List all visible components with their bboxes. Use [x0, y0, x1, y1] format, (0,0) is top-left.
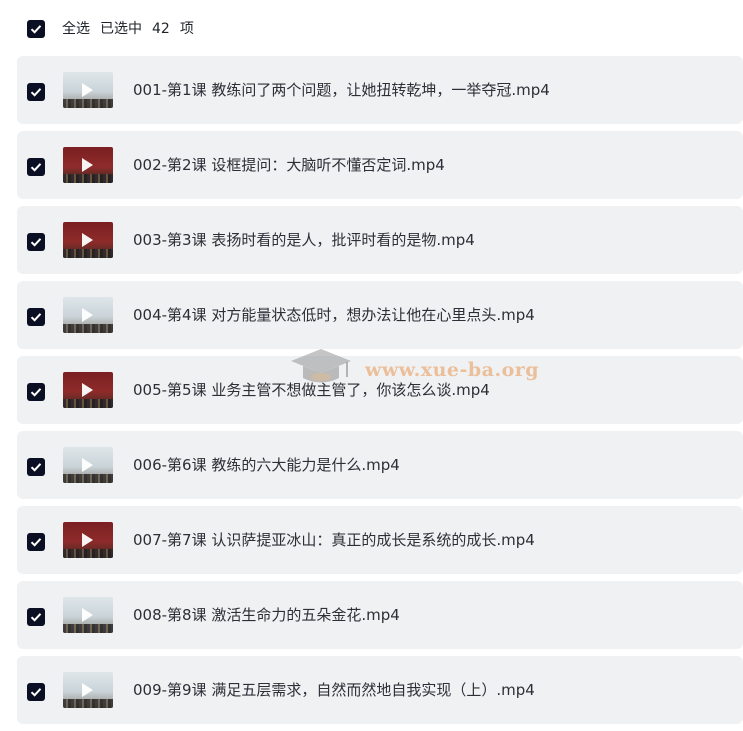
file-name[interactable]: 004-第4课 对方能量状态低时，想办法让他在心里点头.mp4 [133, 305, 535, 325]
play-icon [82, 158, 93, 172]
play-icon [82, 683, 93, 697]
check-icon [30, 313, 42, 322]
check-icon [30, 163, 42, 172]
check-icon [30, 238, 42, 247]
selected-label: 已选中 [100, 21, 142, 37]
file-row[interactable]: 006-第6课 教练的六大能力是什么.mp4 [17, 431, 743, 499]
video-thumbnail[interactable] [63, 447, 113, 483]
thumbnail-audience [63, 99, 113, 108]
thumbnail-audience [63, 324, 113, 333]
file-name[interactable]: 002-第2课 设框提问：大脑听不懂否定词.mp4 [133, 155, 445, 175]
thumbnail-audience [63, 699, 113, 708]
check-icon [30, 25, 42, 34]
check-icon [30, 388, 42, 397]
play-icon [82, 608, 93, 622]
video-thumbnail[interactable] [63, 522, 113, 558]
check-icon [30, 538, 42, 547]
thumbnail-audience [63, 549, 113, 558]
video-thumbnail[interactable] [63, 222, 113, 258]
check-icon [30, 613, 42, 622]
file-name[interactable]: 006-第6课 教练的六大能力是什么.mp4 [133, 455, 400, 475]
file-checkbox[interactable] [27, 308, 45, 326]
file-row[interactable]: 003-第3课 表扬时看的是人，批评时看的是物.mp4 [17, 206, 743, 274]
selection-summary: 全选 已选中 42 项 [62, 19, 204, 39]
play-icon [82, 383, 93, 397]
file-name[interactable]: 001-第1课 教练问了两个问题，让她扭转乾坤，一举夺冠.mp4 [133, 80, 550, 100]
file-name[interactable]: 008-第8课 激活生命力的五朵金花.mp4 [133, 605, 400, 625]
video-thumbnail[interactable] [63, 672, 113, 708]
check-icon [30, 463, 42, 472]
thumbnail-audience [63, 249, 113, 258]
selected-count: 42 [152, 21, 170, 37]
file-checkbox[interactable] [27, 533, 45, 551]
play-icon [82, 308, 93, 322]
check-icon [30, 688, 42, 697]
file-name[interactable]: 007-第7课 认识萨提亚冰山：真正的成长是系统的成长.mp4 [133, 530, 535, 550]
file-checkbox[interactable] [27, 608, 45, 626]
thumbnail-audience [63, 399, 113, 408]
check-icon [30, 88, 42, 97]
file-row[interactable]: 008-第8课 激活生命力的五朵金花.mp4 [17, 581, 743, 649]
file-checkbox[interactable] [27, 233, 45, 251]
file-checkbox[interactable] [27, 458, 45, 476]
thumbnail-audience [63, 624, 113, 633]
play-icon [82, 233, 93, 247]
file-checkbox[interactable] [27, 683, 45, 701]
file-name[interactable]: 009-第9课 满足五层需求，自然而然地自我实现（上）.mp4 [133, 680, 535, 700]
video-thumbnail[interactable] [63, 147, 113, 183]
video-thumbnail[interactable] [63, 597, 113, 633]
thumbnail-audience [63, 174, 113, 183]
file-checkbox[interactable] [27, 83, 45, 101]
thumbnail-audience [63, 474, 113, 483]
file-row[interactable]: 009-第9课 满足五层需求，自然而然地自我实现（上）.mp4 [17, 656, 743, 724]
file-checkbox[interactable] [27, 383, 45, 401]
video-thumbnail[interactable] [63, 372, 113, 408]
file-row[interactable]: 005-第5课 业务主管不想做主管了，你该怎么谈.mp4 [17, 356, 743, 424]
video-thumbnail[interactable] [63, 297, 113, 333]
file-row[interactable]: 007-第7课 认识萨提亚冰山：真正的成长是系统的成长.mp4 [17, 506, 743, 574]
file-name[interactable]: 003-第3课 表扬时看的是人，批评时看的是物.mp4 [133, 230, 475, 250]
select-all-label[interactable]: 全选 [62, 21, 90, 37]
play-icon [82, 83, 93, 97]
selection-header: 全选 已选中 42 项 [0, 0, 743, 58]
select-all-checkbox[interactable] [27, 20, 45, 38]
unit-label: 项 [179, 21, 194, 37]
play-icon [82, 458, 93, 472]
play-icon [82, 533, 93, 547]
file-checkbox[interactable] [27, 158, 45, 176]
video-thumbnail[interactable] [63, 72, 113, 108]
file-row[interactable]: 002-第2课 设框提问：大脑听不懂否定词.mp4 [17, 131, 743, 199]
file-row[interactable]: 001-第1课 教练问了两个问题，让她扭转乾坤，一举夺冠.mp4 [17, 56, 743, 124]
file-list: 001-第1课 教练问了两个问题，让她扭转乾坤，一举夺冠.mp4 002-第2课 … [17, 56, 743, 731]
file-row[interactable]: 004-第4课 对方能量状态低时，想办法让他在心里点头.mp4 [17, 281, 743, 349]
file-name[interactable]: 005-第5课 业务主管不想做主管了，你该怎么谈.mp4 [133, 380, 490, 400]
